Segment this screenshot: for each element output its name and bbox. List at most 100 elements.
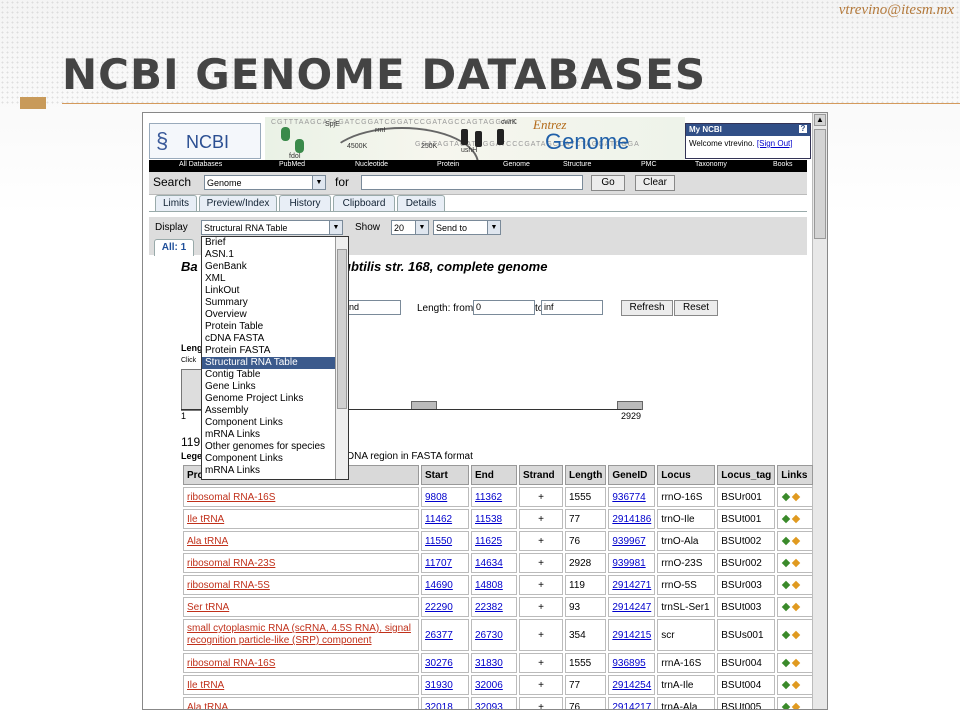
dropdown-option[interactable]: Protein FASTA bbox=[202, 345, 348, 357]
start-link[interactable]: 14690 bbox=[425, 580, 453, 591]
product-link[interactable]: Ile tRNA bbox=[187, 680, 224, 691]
product-link[interactable]: ribosomal RNA-16S bbox=[187, 492, 275, 503]
column-header-locus-tag[interactable]: Locus_tag bbox=[717, 465, 776, 485]
product-link[interactable]: ribosomal RNA-5S bbox=[187, 580, 270, 591]
dropdown-option[interactable]: Assembly bbox=[202, 405, 348, 417]
orange-diamond-icon[interactable] bbox=[792, 558, 801, 567]
nav-item-pmc[interactable]: PMC bbox=[641, 161, 657, 168]
product-link[interactable]: Ser tRNA bbox=[187, 602, 229, 613]
orange-diamond-icon[interactable] bbox=[792, 492, 801, 501]
help-icon[interactable]: ? bbox=[799, 125, 807, 133]
reset-button[interactable]: Reset bbox=[674, 300, 718, 316]
dropdown-option[interactable]: cDNA FASTA bbox=[202, 333, 348, 345]
product-link[interactable]: ribosomal RNA-23S bbox=[187, 558, 275, 569]
column-header-end[interactable]: End bbox=[471, 465, 517, 485]
geneid-link[interactable]: 939967 bbox=[612, 536, 645, 547]
dropdown-option[interactable]: Genome Project Links bbox=[202, 393, 348, 405]
green-diamond-icon[interactable] bbox=[782, 602, 791, 611]
dropdown-option[interactable]: XML bbox=[202, 273, 348, 285]
green-diamond-icon[interactable] bbox=[782, 536, 791, 545]
green-diamond-icon[interactable] bbox=[782, 702, 791, 709]
start-link[interactable]: 11550 bbox=[425, 536, 452, 547]
start-link[interactable]: 26377 bbox=[425, 630, 453, 641]
geneid-link[interactable]: 2914217 bbox=[612, 702, 651, 710]
dropdown-option[interactable]: mRNA Links bbox=[202, 465, 348, 477]
start-link[interactable]: 11462 bbox=[425, 514, 452, 525]
nav-item-structure[interactable]: Structure bbox=[563, 161, 591, 168]
orange-diamond-icon[interactable] bbox=[792, 514, 801, 523]
column-header-length[interactable]: Length bbox=[565, 465, 607, 485]
nav-item-protein[interactable]: Protein bbox=[437, 161, 459, 168]
nav-item-pubmed[interactable]: PubMed bbox=[279, 161, 305, 168]
nav-item-all-databases[interactable]: All Databases bbox=[179, 161, 222, 168]
send-to-select[interactable]: Send to ▼ bbox=[433, 220, 501, 235]
tab-limits[interactable]: Limits bbox=[155, 195, 197, 211]
orange-diamond-icon[interactable] bbox=[792, 680, 801, 689]
green-diamond-icon[interactable] bbox=[782, 630, 791, 639]
product-link[interactable]: small cytoplasmic RNA (scRNA, 4.5S RNA),… bbox=[187, 623, 411, 646]
product-link[interactable]: ribosomal RNA-16S bbox=[187, 658, 275, 669]
dropdown-option[interactable]: Gene Links bbox=[202, 381, 348, 393]
chevron-down-icon[interactable]: ▼ bbox=[312, 176, 325, 189]
green-diamond-icon[interactable] bbox=[782, 492, 791, 501]
refresh-button[interactable]: Refresh bbox=[621, 300, 673, 316]
dropdown-scrollbar[interactable] bbox=[335, 237, 348, 479]
green-diamond-icon[interactable] bbox=[782, 558, 791, 567]
geneid-link[interactable]: 2914254 bbox=[612, 680, 651, 691]
orange-diamond-icon[interactable] bbox=[792, 602, 801, 611]
tab-details[interactable]: Details bbox=[397, 195, 445, 211]
dropdown-option[interactable]: Brief bbox=[202, 237, 348, 249]
start-link[interactable]: 32018 bbox=[425, 702, 453, 710]
orange-diamond-icon[interactable] bbox=[792, 630, 801, 639]
product-link[interactable]: Ala tRNA bbox=[187, 702, 228, 710]
geneid-link[interactable]: 2914247 bbox=[612, 602, 651, 613]
chevron-down-icon[interactable]: ▼ bbox=[415, 221, 428, 234]
end-link[interactable]: 14634 bbox=[475, 558, 503, 569]
start-link[interactable]: 22290 bbox=[425, 602, 453, 613]
end-link[interactable]: 14808 bbox=[475, 580, 503, 591]
green-diamond-icon[interactable] bbox=[782, 658, 791, 667]
length-to-input[interactable]: inf bbox=[541, 300, 603, 315]
geneid-link[interactable]: 2914215 bbox=[612, 630, 651, 641]
geneid-link[interactable]: 936774 bbox=[612, 492, 645, 503]
scroll-up-icon[interactable]: ▲ bbox=[814, 114, 826, 126]
geneid-link[interactable]: 2914186 bbox=[612, 514, 651, 525]
nav-item-nucleotide[interactable]: Nucleotide bbox=[355, 161, 388, 168]
tab-preview-index[interactable]: Preview/Index bbox=[199, 195, 277, 211]
green-diamond-icon[interactable] bbox=[782, 680, 791, 689]
geneid-link[interactable]: 936895 bbox=[612, 658, 645, 669]
dropdown-option[interactable]: Component Links bbox=[202, 453, 348, 465]
dropdown-option[interactable]: Component Links bbox=[202, 417, 348, 429]
orange-diamond-icon[interactable] bbox=[792, 702, 801, 709]
end-link[interactable]: 11362 bbox=[475, 492, 502, 503]
geneid-link[interactable]: 2914271 bbox=[612, 580, 651, 591]
dropdown-scroll-thumb[interactable] bbox=[337, 249, 347, 409]
map-feature-box[interactable] bbox=[181, 369, 203, 411]
dropdown-option[interactable]: mRNA Links bbox=[202, 429, 348, 441]
show-count-select[interactable]: 20 ▼ bbox=[391, 220, 429, 235]
geneid-link[interactable]: 939981 bbox=[612, 558, 645, 569]
dropdown-option[interactable]: Protein Table bbox=[202, 321, 348, 333]
end-link[interactable]: 22382 bbox=[475, 602, 503, 613]
dropdown-option[interactable]: Other genomes for species bbox=[202, 441, 348, 453]
end-link[interactable]: 32093 bbox=[475, 702, 503, 710]
ncbi-logo[interactable]: § NCBI bbox=[149, 123, 261, 159]
end-link[interactable]: 11538 bbox=[475, 514, 502, 525]
column-header-strand[interactable]: Strand bbox=[519, 465, 563, 485]
chevron-down-icon[interactable]: ▼ bbox=[329, 221, 342, 234]
display-format-dropdown[interactable]: Brief ASN.1 GenBank XML LinkOut Summary Overvi… bbox=[201, 236, 349, 480]
clear-button[interactable]: Clear bbox=[635, 175, 675, 191]
start-link[interactable]: 9808 bbox=[425, 492, 447, 503]
nav-item-taxonomy[interactable]: Taxonomy bbox=[695, 161, 727, 168]
dropdown-option[interactable]: GenBank bbox=[202, 261, 348, 273]
chevron-down-icon[interactable]: ▼ bbox=[487, 221, 500, 234]
green-diamond-icon[interactable] bbox=[782, 580, 791, 589]
orange-diamond-icon[interactable] bbox=[792, 658, 801, 667]
start-link[interactable]: 31930 bbox=[425, 680, 453, 691]
my-ncbi-title[interactable]: My NCBI bbox=[689, 125, 722, 134]
dropdown-option[interactable]: Overview bbox=[202, 309, 348, 321]
range-end-input[interactable]: end bbox=[341, 300, 401, 315]
database-select[interactable]: Genome ▼ bbox=[204, 175, 326, 190]
column-header-geneid[interactable]: GeneID bbox=[608, 465, 656, 485]
nav-item-books[interactable]: Books bbox=[773, 161, 792, 168]
